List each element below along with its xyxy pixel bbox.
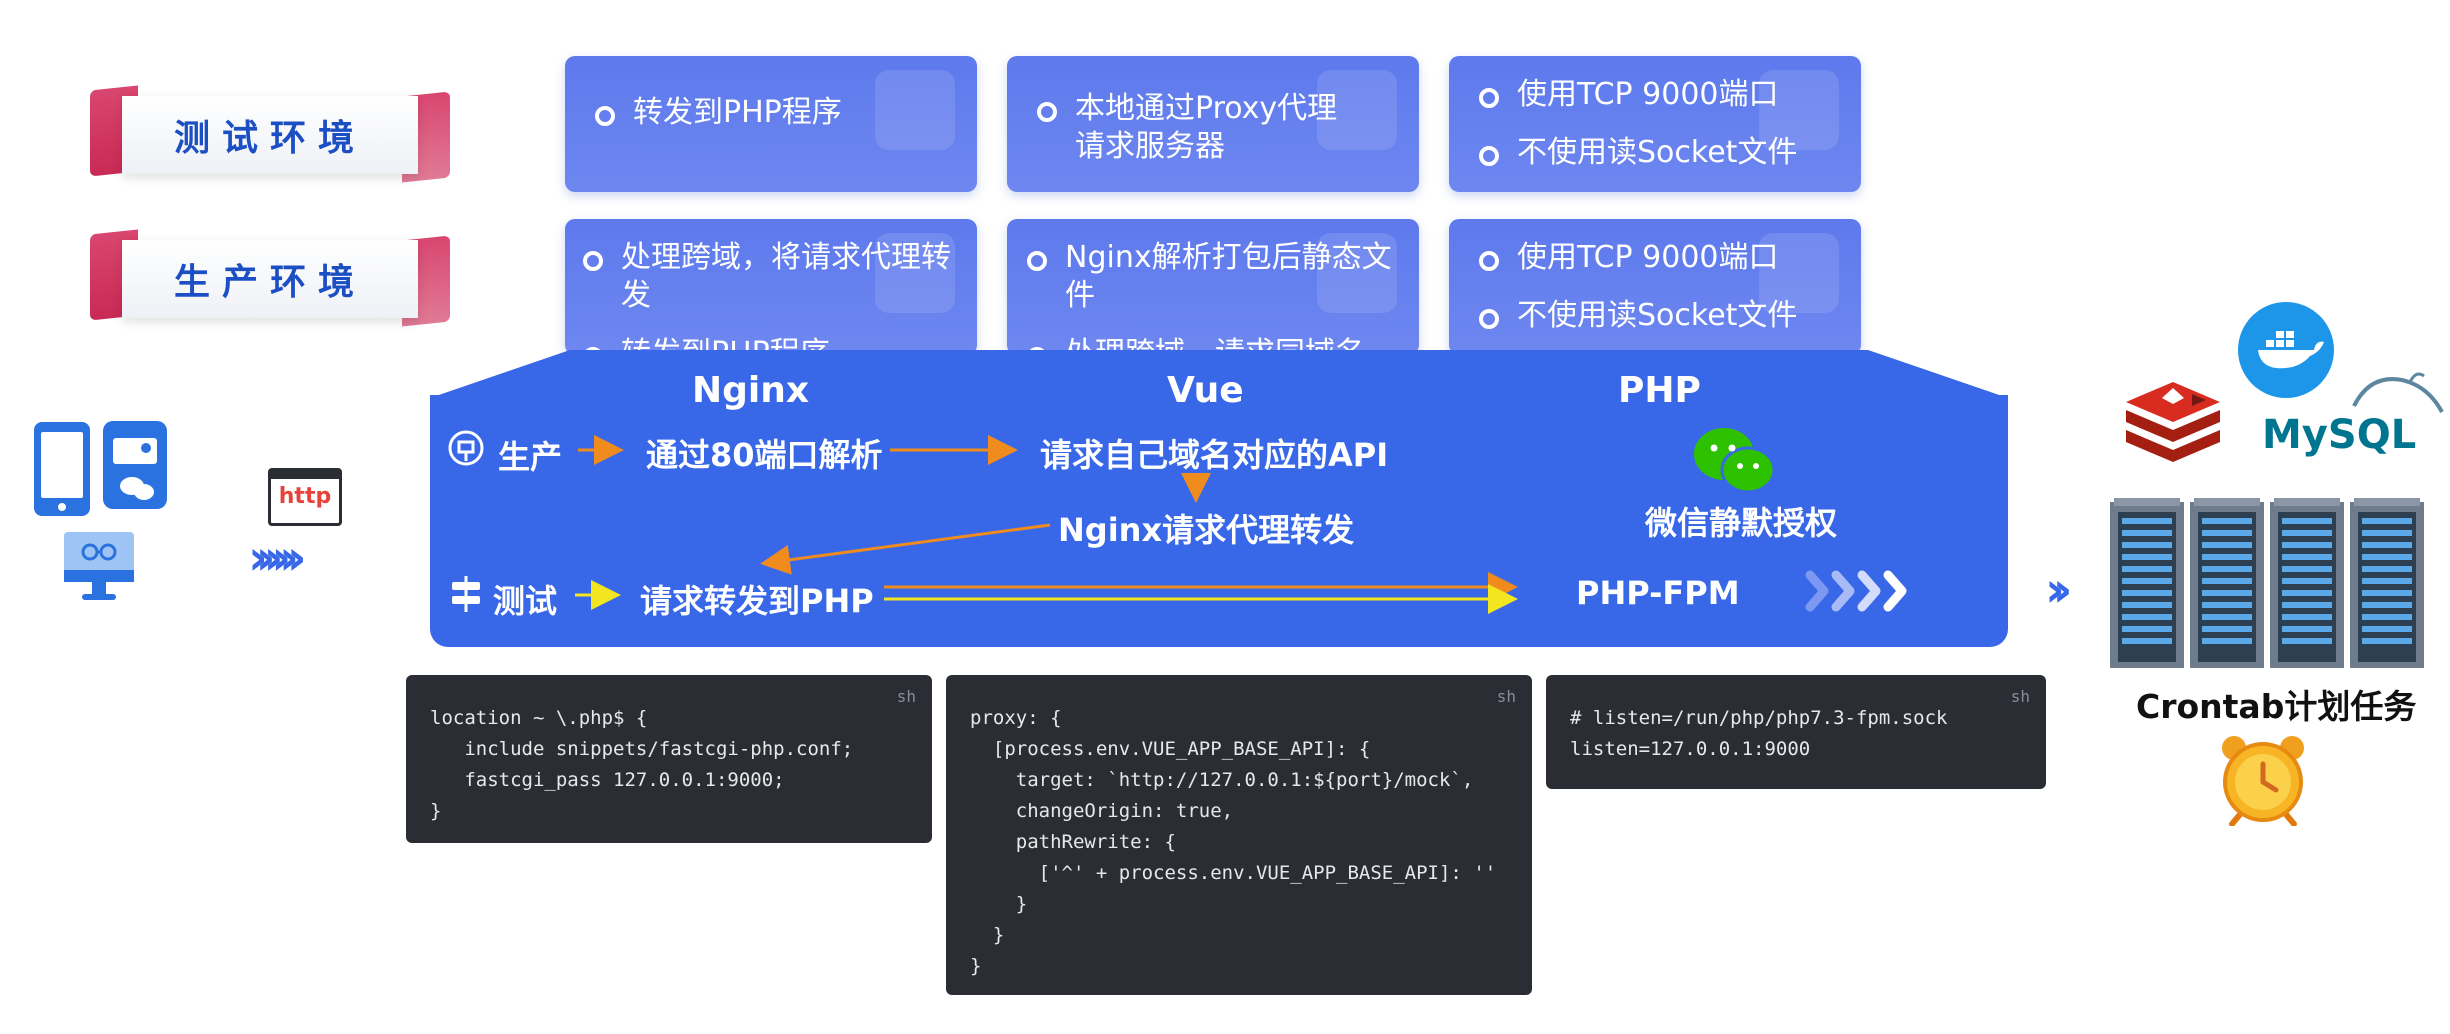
- test-php-card: 使用TCP 9000端口 不使用读Socket文件: [1449, 56, 1861, 192]
- test-nginx-card: 转发到PHP程序: [565, 56, 977, 192]
- vue-code-block: sh proxy: { [process.env.VUE_APP_BASE_AP…: [946, 675, 1532, 995]
- card-item: Nginx解析打包后静态文件: [1027, 239, 1419, 315]
- mysql-icon: [2352, 372, 2444, 413]
- card-item: 不使用读Socket文件: [1479, 297, 1861, 335]
- production-env-ribbon: 生产环境: [90, 229, 450, 327]
- card-item: 不使用读Socket文件: [1479, 134, 1861, 172]
- mysql-logo: MySQL: [2262, 372, 2444, 458]
- test-vue-card: 本地通过Proxy代理 请求服务器: [1007, 56, 1419, 192]
- monitor-icon: [64, 532, 134, 600]
- production-php-card: 使用TCP 9000端口 不使用读Socket文件: [1449, 219, 1861, 355]
- vue-code: proxy: { [process.env.VUE_APP_BASE_API]:…: [970, 707, 1497, 977]
- phone-icon: [34, 422, 90, 516]
- production-env-label: 生产环境: [173, 262, 366, 303]
- test-env-label: 测试环境: [173, 118, 366, 159]
- server-rack-icon: [2110, 498, 2424, 668]
- nginx-code: location ~ \.php$ { include snippets/fas…: [430, 707, 854, 822]
- php-code: # listen=/run/php/php7.3-fpm.sock listen…: [1570, 707, 1948, 760]
- card-item: 处理跨域，将请求代理转发: [583, 239, 977, 315]
- nginx-code-block: sh location ~ \.php$ { include snippets/…: [406, 675, 932, 843]
- php-code-block: sh # listen=/run/php/php7.3-fpm.sock lis…: [1546, 675, 2046, 789]
- alarm-clock-icon: [2222, 736, 2304, 826]
- production-nginx-card: 处理跨域，将请求代理转发 转发到PHP程序: [565, 219, 977, 355]
- http-icon: http: [268, 468, 342, 526]
- id-card-icon: [103, 421, 167, 509]
- left-chevrons: ››››››: [248, 530, 307, 586]
- production-vue-card: Nginx解析打包后静态文件 处理跨域，请求同域名: [1007, 219, 1419, 355]
- card-item: 使用TCP 9000端口: [1479, 239, 1861, 277]
- right-chevrons: ››: [2045, 562, 2072, 618]
- flow-arrows: [575, 435, 1907, 614]
- code-lang-label: sh: [2010, 687, 2030, 706]
- card-item: 使用TCP 9000端口: [1479, 76, 1861, 114]
- crontab-label: Crontab计划任务: [2136, 687, 2417, 726]
- code-lang-label: sh: [896, 687, 916, 706]
- redis-icon: [2126, 382, 2220, 462]
- card-item: 转发到PHP程序: [595, 94, 977, 132]
- card-item: 本地通过Proxy代理 请求服务器: [1037, 90, 1419, 166]
- test-env-ribbon: 测试环境: [90, 85, 450, 183]
- code-lang-label: sh: [1496, 687, 1516, 706]
- docker-icon: [2238, 302, 2334, 398]
